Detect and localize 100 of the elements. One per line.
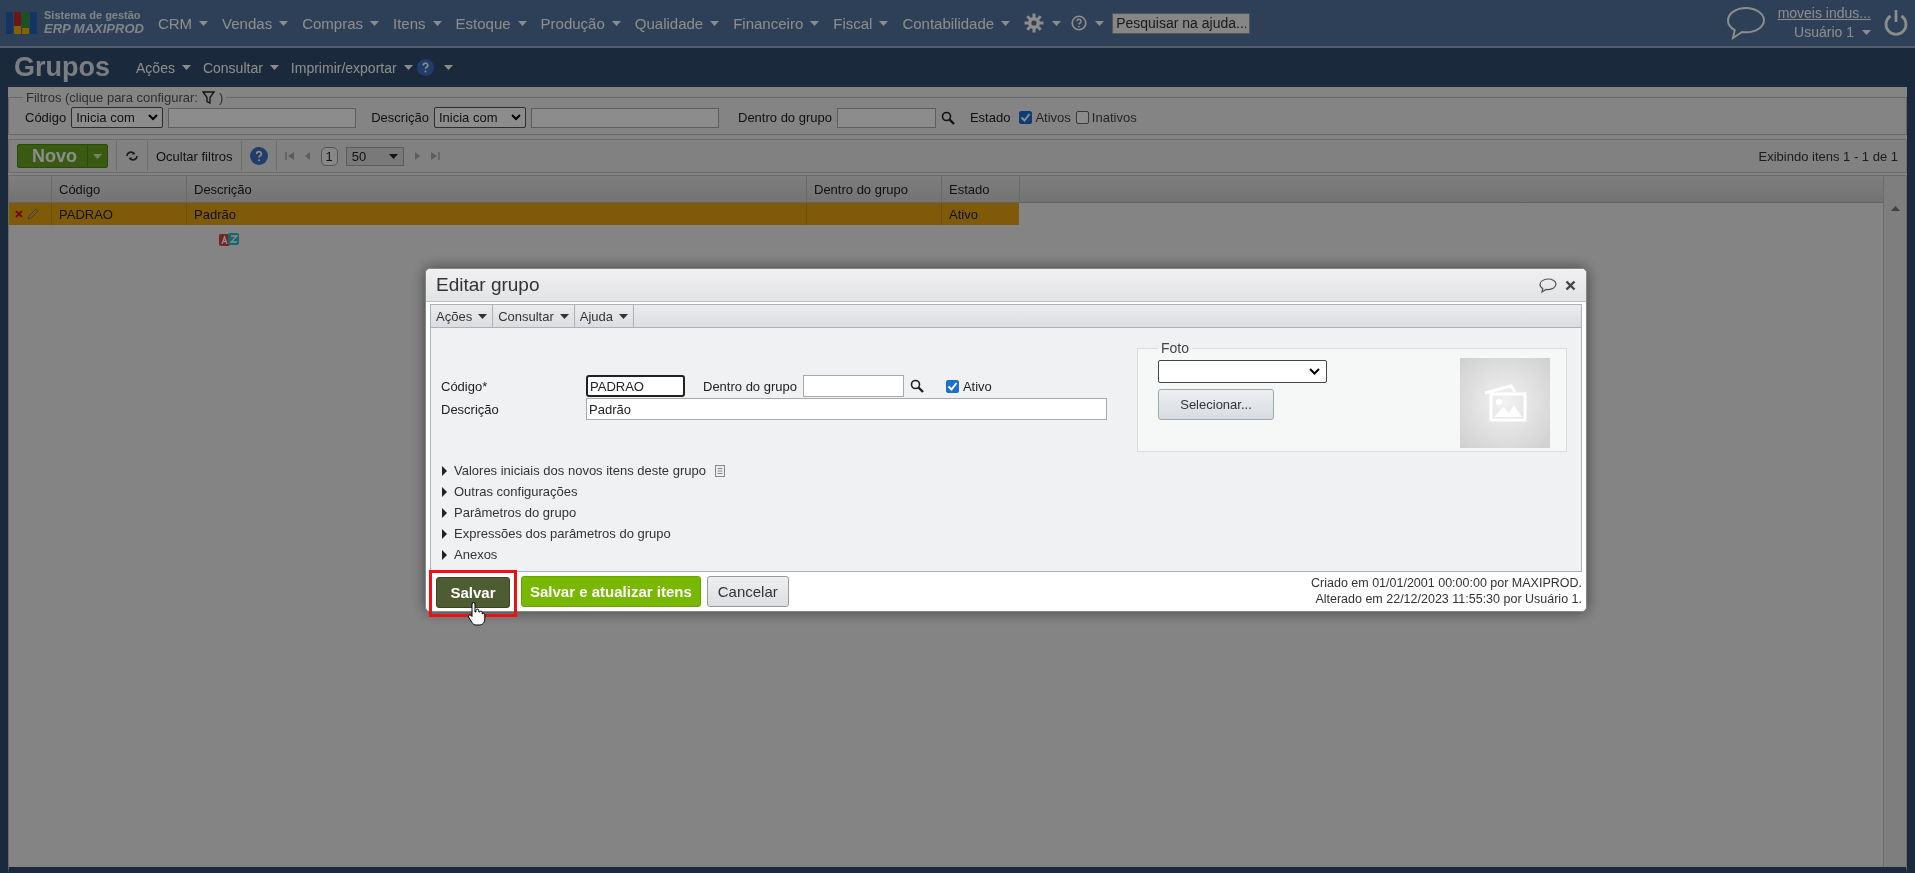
logo-text: ERP MAXIPROD — [44, 21, 144, 36]
image-icon — [1482, 383, 1528, 423]
column-header[interactable]: Descrição — [186, 176, 806, 202]
caret-icon — [181, 65, 191, 70]
menu-item[interactable]: Qualidade — [634, 14, 720, 32]
photo-dropdown[interactable] — [1158, 360, 1327, 383]
menu-item[interactable]: Consultar — [493, 305, 575, 327]
help-icon[interactable] — [1071, 15, 1088, 31]
collapsible-section[interactable]: Outras configurações — [441, 483, 578, 500]
caret-icon — [1052, 20, 1062, 26]
checkbox-label: Ativos — [1035, 110, 1071, 125]
caret-icon — [478, 313, 488, 319]
caret-icon — [619, 313, 629, 319]
filter-legend-end: ) — [218, 90, 224, 105]
translate-icon[interactable] — [219, 233, 239, 247]
collapsible-section[interactable]: Parâmetros do grupo — [441, 504, 577, 521]
menu-item[interactable]: Itens — [393, 14, 442, 32]
checkbox[interactable] — [1019, 111, 1033, 124]
menu-item[interactable]: Ações — [431, 305, 494, 327]
created-info: Criado em 01/01/2001 00:00:00 por MAXIPROD. — [1311, 576, 1582, 592]
collapsed-arrow-icon — [441, 486, 448, 497]
power-icon[interactable] — [1883, 9, 1909, 37]
column-header[interactable]: Código — [51, 176, 186, 202]
logo-subtitle: Sistema de gestão — [44, 10, 142, 22]
page-number-field[interactable]: 1 — [320, 146, 338, 166]
menu-item[interactable]: Imprimir/exportar — [290, 59, 413, 76]
menu-item[interactable]: Contabilidade — [902, 14, 1011, 32]
filter-icon[interactable] — [201, 91, 215, 104]
table-cell: Padrão — [186, 203, 806, 225]
menu-item[interactable]: Vendas — [222, 14, 289, 32]
checkbox-label: Inativos — [1091, 110, 1137, 125]
photo-legend: Foto — [1158, 340, 1192, 356]
collapsible-section[interactable]: Anexos — [441, 546, 498, 563]
help-icon[interactable] — [249, 147, 268, 165]
table-cell: Ativo — [941, 203, 1019, 225]
field-label: Descrição — [441, 401, 500, 417]
collapsible-section[interactable]: Expressões dos parâmetros do grupo — [441, 525, 671, 542]
close-icon[interactable] — [1565, 279, 1576, 291]
settings-icon[interactable] — [1024, 13, 1045, 33]
help-icon[interactable] — [416, 59, 434, 76]
help-search-field[interactable]: Pesquisar na ajuda... — [1112, 12, 1251, 34]
menu-item[interactable]: Compras — [302, 14, 379, 32]
search-icon[interactable] — [909, 379, 924, 393]
field-label: Estado — [969, 110, 1011, 125]
select-button[interactable]: Selecionar... — [1158, 389, 1274, 420]
document-icon[interactable] — [714, 464, 725, 477]
hide-filters-link[interactable]: Ocultar filtros — [156, 148, 233, 164]
checkbox[interactable] — [945, 379, 959, 393]
first-page-icon[interactable] — [284, 151, 295, 161]
collapsible-section[interactable]: Valores iniciais dos novos itens deste grupo — [441, 462, 725, 479]
logo-icon — [6, 10, 38, 36]
caret-icon — [1001, 20, 1011, 26]
table-cell: PADRAO — [51, 203, 186, 225]
operator-dropdown[interactable]: Inicia com — [434, 107, 526, 128]
checkbox-label: Ativo — [962, 378, 992, 394]
code-filter-field[interactable] — [168, 107, 357, 128]
caret-icon — [279, 20, 289, 26]
group-field[interactable] — [802, 375, 904, 397]
caret-icon — [403, 65, 413, 70]
page-size-dropdown[interactable]: 50 — [345, 146, 404, 166]
table-row[interactable]: PADRAO Padrão Ativo — [9, 203, 1019, 225]
cancel-button[interactable]: Cancelar — [706, 576, 789, 608]
column-header[interactable]: Dentro do grupo — [806, 176, 941, 202]
save-button[interactable]: Salvar — [436, 577, 510, 609]
menu-item[interactable]: Ações — [136, 59, 191, 76]
column-header[interactable]: Estado — [941, 176, 1019, 202]
description-filter-field[interactable] — [531, 107, 719, 128]
code-field[interactable]: PADRAO — [586, 375, 685, 397]
collapsed-arrow-icon — [441, 507, 448, 518]
caret-icon — [710, 20, 720, 26]
scrollbar[interactable] — [1883, 176, 1906, 867]
collapsed-arrow-icon — [441, 528, 448, 539]
menu-item[interactable]: Fiscal — [833, 14, 889, 32]
checkbox[interactable] — [1075, 111, 1089, 124]
menu-item[interactable]: Consultar — [202, 59, 279, 76]
chat-icon[interactable] — [1539, 277, 1557, 293]
chevron-icon — [1309, 368, 1320, 375]
chevron-icon — [511, 114, 521, 121]
menu-item[interactable]: Financeiro — [733, 14, 820, 32]
company-link[interactable]: moveis indus... — [1777, 4, 1871, 23]
description-field[interactable]: Padrão — [586, 398, 1107, 420]
user-menu[interactable]: Usuário 1 — [1794, 23, 1871, 42]
items-summary: Exibindo itens 1 - 1 de 1 — [1758, 148, 1898, 164]
delete-icon[interactable] — [15, 210, 23, 218]
chevron-icon — [148, 114, 159, 121]
operator-dropdown[interactable]: Inicia com — [71, 107, 164, 128]
new-button[interactable]: Novo — [17, 144, 108, 168]
save-button[interactable]: Salvar e atualizar itens — [521, 576, 701, 608]
group-filter-field[interactable] — [836, 107, 936, 128]
menu-item[interactable]: Estoque — [455, 14, 527, 32]
menu-item[interactable]: Produção — [540, 14, 621, 32]
menu-item[interactable]: Ajuda — [574, 305, 635, 327]
last-page-icon[interactable] — [429, 151, 440, 161]
caret-icon — [269, 65, 279, 70]
scroll-up-icon[interactable] — [1890, 206, 1900, 211]
collapsed-arrow-icon — [441, 549, 448, 560]
field-label: Descrição — [371, 110, 429, 125]
refresh-icon[interactable] — [125, 150, 139, 162]
menu-item[interactable]: CRM — [157, 14, 209, 32]
field-label: Código* — [441, 378, 489, 394]
